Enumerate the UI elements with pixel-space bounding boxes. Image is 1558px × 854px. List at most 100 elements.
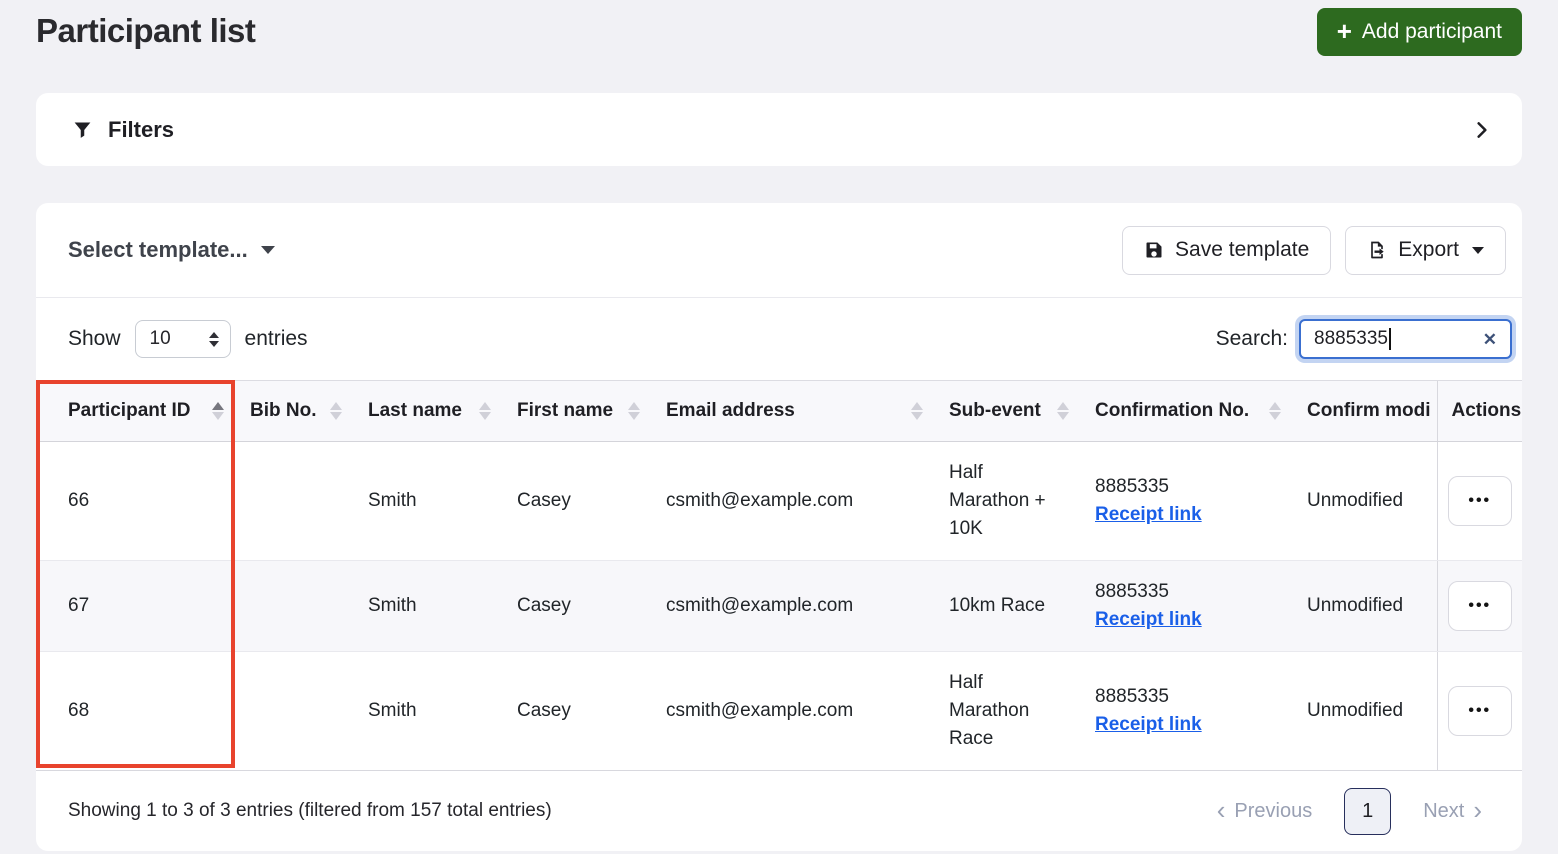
cell-confirmation: 8885335 Receipt link	[1079, 560, 1291, 652]
participant-list-page: Participant list + Add participant Filte…	[0, 0, 1558, 851]
add-participant-label: Add participant	[1361, 20, 1502, 43]
clear-search-icon[interactable]: ✕	[1483, 331, 1497, 348]
chevron-left-icon: ‹	[1216, 794, 1226, 825]
table-row: 68 Smith Casey csmith@example.com Half M…	[36, 651, 1522, 771]
cell-sub-event: Half Marathon + 10K	[933, 441, 1079, 561]
filters-label: Filters	[108, 116, 175, 142]
cell-bib-no	[234, 441, 352, 561]
cell-sub-event: Half Marathon Race	[933, 651, 1079, 771]
cell-actions: •••	[1436, 560, 1522, 652]
filters-panel[interactable]: Filters	[36, 93, 1522, 166]
entries-summary: Showing 1 to 3 of 3 entries (filtered fr…	[68, 800, 552, 821]
table-footer: Showing 1 to 3 of 3 entries (filtered fr…	[36, 771, 1522, 851]
sort-icon	[1057, 402, 1069, 420]
table-wrapper: Participant ID Bib No. Last name First n…	[36, 380, 1522, 771]
chevron-down-icon	[1472, 246, 1484, 254]
sort-icon	[1269, 402, 1281, 420]
cell-email: csmith@example.com	[650, 441, 933, 561]
cell-email: csmith@example.com	[650, 560, 933, 652]
sort-icon	[628, 402, 640, 420]
next-label: Next	[1423, 799, 1465, 822]
column-header-actions: Actions	[1436, 380, 1522, 442]
cell-sub-event: 10km Race	[933, 560, 1079, 652]
table-row: 66 Smith Casey csmith@example.com Half M…	[36, 441, 1522, 561]
cell-confirmation: 8885335 Receipt link	[1079, 651, 1291, 771]
export-label: Export	[1398, 238, 1459, 261]
participant-table-card: Select template... Save template Export	[36, 203, 1522, 851]
cell-last-name: Smith	[352, 560, 501, 652]
select-template-dropdown[interactable]: Select template...	[68, 237, 275, 263]
chevron-right-icon: ›	[1473, 794, 1482, 825]
cell-first-name: Casey	[501, 651, 650, 771]
table-controls: Show 10 entries Search: 8885335 ✕	[36, 298, 1522, 380]
page-size-select[interactable]: 10	[134, 320, 231, 358]
select-template-label: Select template...	[68, 237, 248, 262]
cell-first-name: Casey	[501, 441, 650, 561]
ellipsis-icon: •••	[1468, 702, 1492, 719]
previous-label: Previous	[1234, 799, 1313, 822]
confirmation-number: 8885335	[1095, 686, 1169, 707]
cell-bib-no	[234, 651, 352, 771]
sort-icon	[911, 402, 923, 420]
row-actions-button[interactable]: •••	[1447, 476, 1512, 526]
page-number-button[interactable]: 1	[1344, 787, 1392, 835]
filter-funnel-icon	[72, 119, 93, 140]
search-input[interactable]: 8885335 ✕	[1299, 319, 1512, 359]
select-arrows-icon	[208, 331, 219, 347]
sort-icon	[330, 402, 342, 420]
plus-icon: +	[1336, 16, 1352, 46]
cell-participant-id: 68	[36, 651, 234, 771]
save-template-button[interactable]: Save template	[1122, 225, 1332, 275]
receipt-link[interactable]: Receipt link	[1095, 504, 1202, 525]
cell-participant-id: 67	[36, 560, 234, 652]
ellipsis-icon: •••	[1468, 597, 1492, 614]
template-toolbar: Select template... Save template Export	[36, 203, 1522, 297]
cell-confirm-modified: Unmodified	[1291, 651, 1437, 771]
save-template-label: Save template	[1175, 238, 1310, 261]
column-header-confirmation-no[interactable]: Confirmation No.	[1079, 380, 1291, 442]
cell-first-name: Casey	[501, 560, 650, 652]
show-entries-control: Show 10 entries	[68, 320, 308, 358]
save-icon	[1144, 240, 1164, 260]
cell-actions: •••	[1436, 441, 1522, 561]
chevron-right-icon[interactable]	[1472, 120, 1492, 140]
column-header-sub-event[interactable]: Sub-event	[933, 380, 1079, 442]
cell-participant-id: 66	[36, 441, 234, 561]
receipt-link[interactable]: Receipt link	[1095, 609, 1202, 630]
search-label: Search:	[1215, 327, 1288, 350]
row-actions-button[interactable]: •••	[1447, 686, 1512, 736]
column-header-confirm-modified[interactable]: Confirm modi	[1291, 380, 1437, 442]
pagination: ‹ Previous 1 Next ›	[1216, 787, 1482, 835]
entries-label: entries	[244, 327, 308, 350]
confirmation-number: 8885335	[1095, 476, 1169, 497]
sort-icon	[479, 402, 491, 420]
participant-table: Participant ID Bib No. Last name First n…	[36, 380, 1522, 771]
sort-icon	[212, 402, 224, 420]
search-value: 8885335	[1314, 328, 1388, 349]
page-size-value: 10	[149, 328, 171, 349]
column-header-participant-id[interactable]: Participant ID	[36, 380, 234, 442]
receipt-link[interactable]: Receipt link	[1095, 714, 1202, 735]
page-title: Participant list	[36, 12, 256, 49]
column-header-bib-no[interactable]: Bib No.	[234, 380, 352, 442]
add-participant-button[interactable]: + Add participant	[1316, 8, 1522, 56]
cell-bib-no	[234, 560, 352, 652]
cell-confirmation: 8885335 Receipt link	[1079, 441, 1291, 561]
filters-toggle[interactable]: Filters	[72, 117, 174, 143]
row-actions-button[interactable]: •••	[1447, 581, 1512, 631]
confirmation-number: 8885335	[1095, 581, 1169, 602]
search-control: Search: 8885335 ✕	[1216, 319, 1512, 359]
file-export-icon	[1367, 240, 1387, 260]
column-header-email[interactable]: Email address	[650, 380, 933, 442]
export-button[interactable]: Export	[1345, 225, 1506, 275]
text-cursor	[1388, 328, 1391, 350]
column-header-last-name[interactable]: Last name	[352, 380, 501, 442]
cell-confirm-modified: Unmodified	[1291, 560, 1437, 652]
next-page-button[interactable]: Next ›	[1423, 794, 1482, 825]
previous-page-button[interactable]: ‹ Previous	[1216, 794, 1313, 825]
toolbar-buttons: Save template Export	[1122, 225, 1506, 275]
page-header: Participant list + Add participant	[36, 0, 1522, 93]
ellipsis-icon: •••	[1468, 492, 1492, 509]
column-header-first-name[interactable]: First name	[501, 380, 650, 442]
show-label: Show	[68, 327, 121, 350]
